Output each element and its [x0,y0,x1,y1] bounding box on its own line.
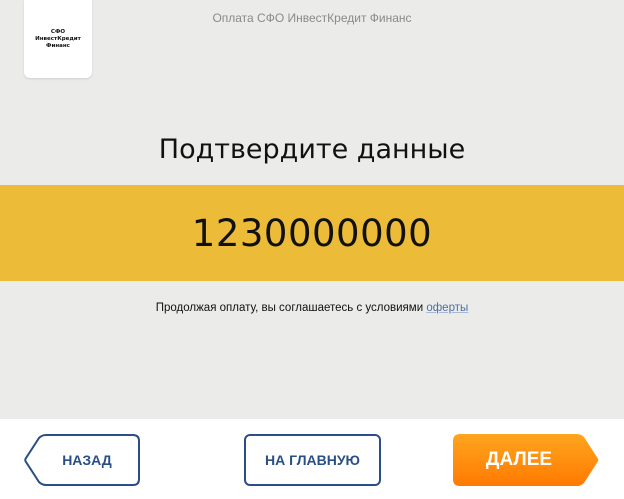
amount-value: 1230000000 [191,211,433,255]
agreement-prefix: Продолжая оплату, вы соглашаетесь с усло… [155,302,427,314]
next-button-label: ДАЛЕЕ [485,449,553,470]
confirm-heading: Подтвердите данные [158,134,466,165]
merchant-logo-text: СФО ИнвестКредит Финанс [35,28,81,49]
offer-link[interactable]: оферты [426,302,468,314]
agreement-text: Продолжая оплату, вы соглашаетесь с усло… [0,302,624,314]
page-title: Оплата СФО ИнвестКредит Финанс [212,11,412,25]
footer-bar: НАЗАД НА ГЛАВНУЮ ДАЛЕЕ [0,419,624,499]
next-button[interactable]: ДАЛЕЕ [453,434,599,486]
amount-band: 1230000000 [0,185,624,281]
back-button[interactable]: НАЗАД [24,434,140,486]
back-button-label: НАЗАД [62,452,112,468]
home-button[interactable]: НА ГЛАВНУЮ [244,434,381,486]
home-button-label: НА ГЛАВНУЮ [265,452,360,468]
